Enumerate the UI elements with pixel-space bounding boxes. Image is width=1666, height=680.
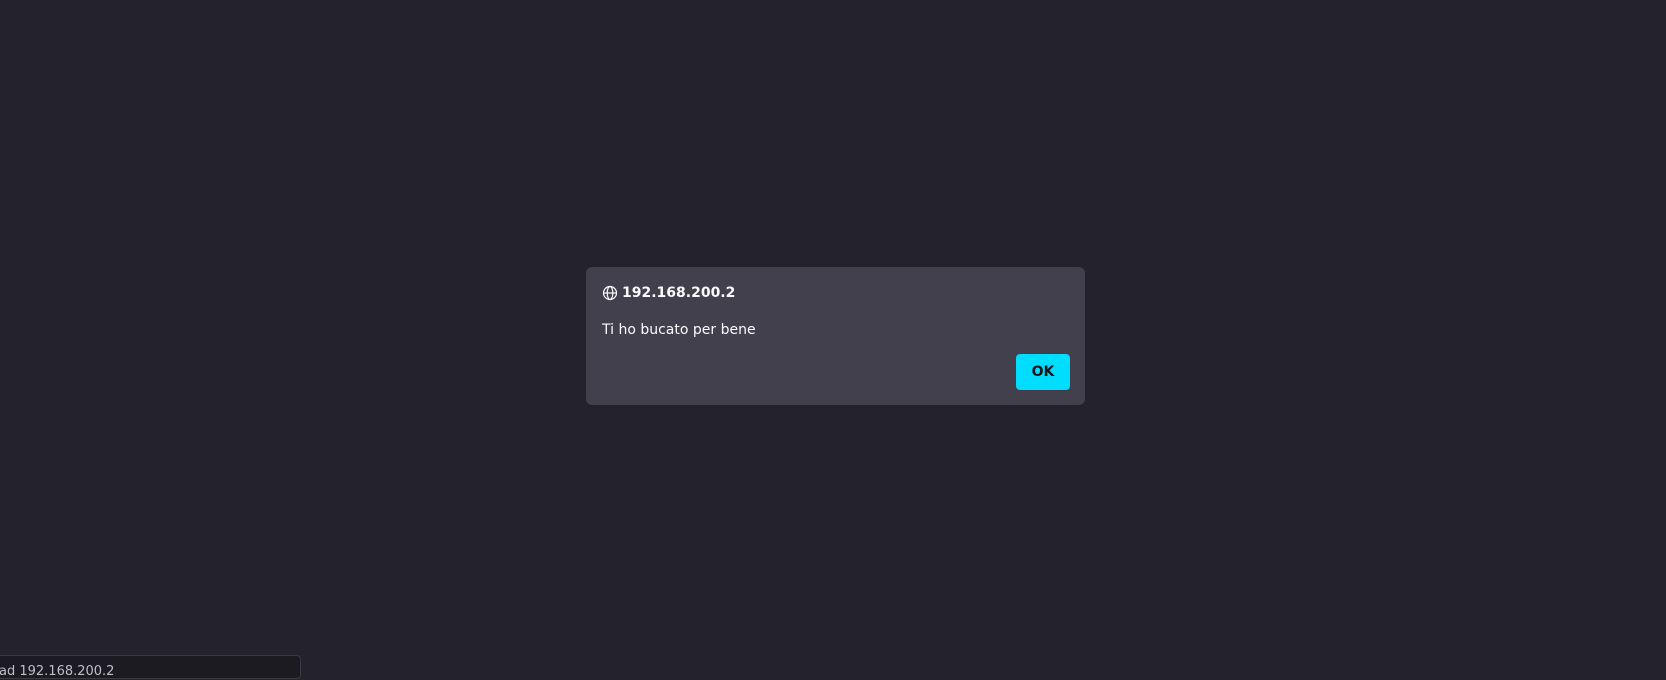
dialog-header: 192.168.200.2 bbox=[602, 283, 735, 303]
dialog-title: 192.168.200.2 bbox=[622, 285, 736, 301]
status-panel: ad 192.168.200.2 bbox=[0, 655, 301, 679]
dialog-message: Ti ho bucato per bene bbox=[602, 322, 756, 338]
alert-dialog: 192.168.200.2 Ti ho bucato per bene OK bbox=[586, 267, 1085, 405]
status-text: ad 192.168.200.2 bbox=[0, 664, 115, 679]
ok-button[interactable]: OK bbox=[1016, 354, 1070, 390]
globe-icon bbox=[602, 285, 618, 301]
